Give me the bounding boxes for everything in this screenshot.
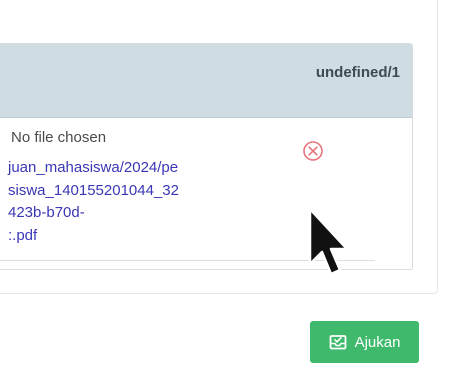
- file-link-line: :.pdf: [8, 226, 38, 244]
- inbox-tray-icon: [329, 334, 347, 350]
- file-link-line: siswa_140155201044_32: [8, 181, 179, 199]
- file-link-line: 423b-b70d-: [8, 204, 85, 221]
- upload-panel: undefined/1 No file chosen juan_mahasisw…: [0, 43, 413, 270]
- panel-header: undefined/1: [0, 44, 412, 118]
- upload-progress-count: undefined/1: [315, 64, 400, 81]
- uploaded-file-link[interactable]: juan_mahasiswa/2024/pe siswa_14015520104…: [8, 157, 208, 247]
- mouse-pointer-icon: [308, 207, 349, 276]
- file-input-status[interactable]: No file chosen: [11, 129, 106, 146]
- file-link-line: juan_mahasiswa/2024/pe: [8, 159, 179, 176]
- submit-button-label: Ajukan: [354, 333, 401, 351]
- circle-x-icon[interactable]: [302, 140, 324, 162]
- submit-button[interactable]: Ajukan: [310, 321, 419, 363]
